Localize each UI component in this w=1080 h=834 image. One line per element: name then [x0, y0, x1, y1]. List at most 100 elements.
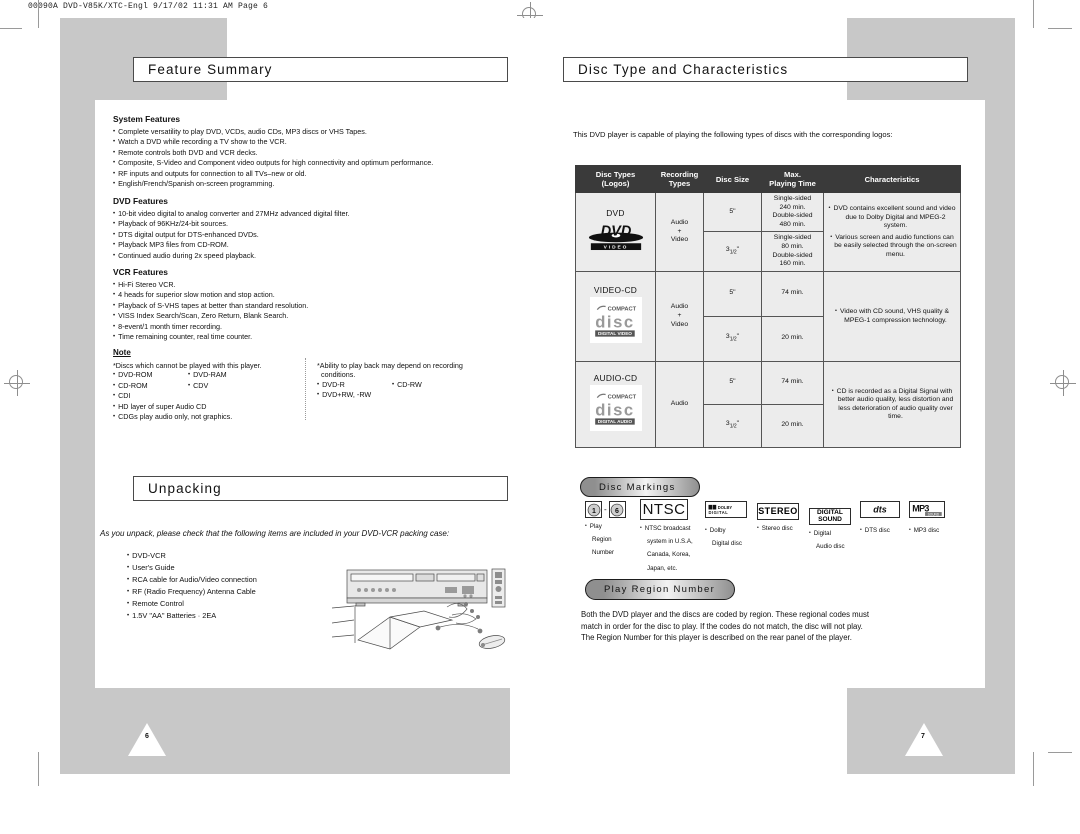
registration-mark-left	[4, 370, 30, 396]
group-system-features: System Features Complete versatility to …	[113, 114, 503, 189]
list-item: Playback of S-VHS tapes at better than s…	[113, 301, 503, 311]
cell-disc-size: 5"	[703, 270, 762, 317]
list-item: CDGs play audio only, not graphics.	[113, 412, 232, 422]
compact-disc-digital-video-logo: COMPACT disc DIGITAL VIDEO	[589, 297, 642, 344]
list-item: Continued audio during 2x speed playback…	[113, 251, 503, 261]
dts-glyph: dts	[873, 505, 887, 515]
svg-text:1: 1	[592, 507, 596, 514]
digital-sound-icon: DIGITAL SOUND	[809, 507, 851, 525]
list-item: CD-RW	[392, 380, 492, 390]
note-left-column: *Discs which cannot be played with this …	[113, 361, 303, 421]
cell-recording-types-video-cd: Audio + Video	[655, 270, 704, 362]
disc-type-intro: This DVD player is capable of playing th…	[573, 130, 893, 139]
svg-text:COMPACT: COMPACT	[607, 307, 636, 313]
compact-disc-digital-audio-logo: COMPACT disc DIGITAL AUDIO	[589, 385, 642, 432]
marking-caption: Audio disc	[816, 543, 845, 551]
group-vcr-features: VCR Features Hi-Fi Stereo VCR. 4 heads f…	[113, 267, 503, 342]
subsection-play-region-number-label: Play Region Number	[604, 584, 716, 595]
page-number-left: 6	[145, 733, 149, 740]
cell-disc-size: 31/2"	[703, 231, 762, 272]
disc-marking-stereo: STEREO Stereo disc	[757, 501, 809, 533]
list-item: DVD-VCR	[127, 550, 377, 562]
dts-icon: dts	[860, 501, 900, 518]
cell-characteristics-dvd: DVD contains excellent sound and video d…	[823, 192, 961, 272]
cell-disc-size: 31/2"	[703, 403, 762, 448]
svg-text:COMPACT: COMPACT	[607, 395, 636, 401]
cell-playing-time: 20 min.	[761, 403, 824, 448]
region-code-icon: 1	[585, 501, 602, 518]
mp3-icon: MP3 SOUND	[909, 501, 945, 518]
table-row: VIDEO-CD COMPACT disc DIGITAL VIDEO Audi…	[575, 270, 961, 362]
svg-text:6: 6	[615, 507, 619, 514]
marking-caption: Digital disc	[712, 540, 742, 548]
paragraph-line: Both the DVD player and the discs are co…	[581, 610, 870, 619]
cell-playing-time: 74 min.	[761, 270, 824, 317]
cell-disc-type-audio-cd: AUDIO-CD COMPACT disc DIGITAL AUDIO	[575, 360, 656, 448]
heading-system-features: System Features	[113, 114, 181, 124]
dolby-digital-icon: DOLBY DIGITAL	[705, 501, 747, 518]
marking-caption: Stereo disc	[757, 524, 809, 533]
svg-text:disc: disc	[595, 313, 635, 332]
cell-disc-size: 5"	[703, 360, 762, 405]
section-title-disc-type: Disc Type and Characteristics	[563, 57, 968, 82]
list-item: Time remaining counter, real time counte…	[113, 332, 503, 342]
list-item: VISS Index Search/Scan, Zero Return, Bla…	[113, 311, 503, 321]
list-item: DVD-RAM	[188, 370, 288, 380]
list-item: DVD-ROM	[113, 370, 193, 380]
disc-characteristics-table: Disc Types (Logos) Recording Types Disc …	[575, 165, 961, 448]
col-disc-size: Disc Size	[703, 165, 762, 193]
note-divider	[305, 358, 306, 420]
cell-disc-type-dvd: DVD DVD VIDEO	[575, 192, 656, 272]
disc-marking-ntsc: NTSC NTSC broadcast system in U.S.A, Can…	[640, 499, 702, 573]
list-item: English/French/Spanish on-screen program…	[113, 179, 503, 189]
trim-rule-left	[38, 0, 39, 28]
region-range-dash: -	[604, 505, 607, 514]
section-title-feature-summary-label: Feature Summary	[148, 62, 273, 77]
heading-vcr-features: VCR Features	[113, 267, 168, 277]
svg-text:disc: disc	[595, 401, 635, 420]
ntsc-icon: NTSC	[640, 499, 688, 520]
section-title-unpacking: Unpacking	[133, 476, 508, 501]
list-item: CDI	[113, 391, 193, 401]
registration-mark-right	[1050, 370, 1076, 396]
marking-caption: Number	[592, 549, 615, 557]
list-item: Composite, S-Video and Component video o…	[113, 158, 503, 168]
disc-marking-digital-sound: DIGITALSOUND Digital Audio disc	[809, 501, 861, 551]
table-row: AUDIO-CD COMPACT disc DIGITAL AUDIO Audi…	[575, 360, 961, 448]
col-recording-types: Recording Types	[655, 165, 704, 193]
cell-playing-time: 20 min.	[761, 315, 824, 362]
disc-marking-dts: dts DTS disc	[860, 501, 910, 535]
marking-caption: MP3 disc	[909, 526, 959, 535]
cell-playing-time: Single-sided 80 min. Double-sided 160 mi…	[761, 231, 824, 272]
svg-text:DOLBY: DOLBY	[718, 505, 733, 510]
col-disc-types: Disc Types (Logos)	[575, 165, 656, 193]
trim-rule-bottom-left	[38, 752, 39, 786]
trim-rule-top-left	[0, 28, 22, 29]
heading-dvd-features: DVD Features	[113, 196, 168, 206]
unpacking-intro: As you unpack, please check that the fol…	[100, 529, 450, 538]
list-item: RF inputs and outputs for connection to …	[113, 169, 503, 179]
dvd-video-logo: DVD VIDEO	[588, 223, 643, 250]
section-title-feature-summary: Feature Summary	[133, 57, 508, 82]
list-item: HD layer of super Audio CD	[113, 402, 206, 412]
marking-caption: Japan, etc.	[647, 564, 678, 572]
list-item: Watch a DVD while recording a TV show to…	[113, 137, 503, 147]
right-page-bottomfill	[510, 688, 847, 774]
ntsc-icon-label: NTSC	[642, 501, 686, 518]
dvd-vcr-package-illustration	[332, 568, 506, 650]
svg-text:VIDEO: VIDEO	[603, 244, 628, 250]
cell-disc-size: 31/2"	[703, 315, 762, 362]
cell-recording-types-dvd: Audio + Video	[655, 192, 704, 272]
list-item: Hi-Fi Stereo VCR.	[113, 280, 503, 290]
note-right-lead: *Ability to play back may depend on reco…	[317, 361, 463, 370]
svg-text:DIGITAL AUDIO: DIGITAL AUDIO	[597, 419, 632, 424]
dolby-double-d-glyph: DOLBY DIGITAL	[708, 504, 733, 515]
subsection-disc-markings: Disc Markings	[580, 477, 700, 497]
list-item: DTS digital output for DTS-enhanced DVDs…	[113, 230, 503, 240]
list-item: CDV	[188, 381, 288, 391]
list-item: 8-event/1 month timer recording.	[113, 322, 503, 332]
marking-caption: Canada, Korea,	[647, 551, 691, 559]
list-item: 10-bit video digital to analog converter…	[113, 209, 503, 219]
marking-caption: Region	[592, 536, 612, 544]
list-item: Playback of 96KHz/24-bit sources.	[113, 219, 503, 229]
